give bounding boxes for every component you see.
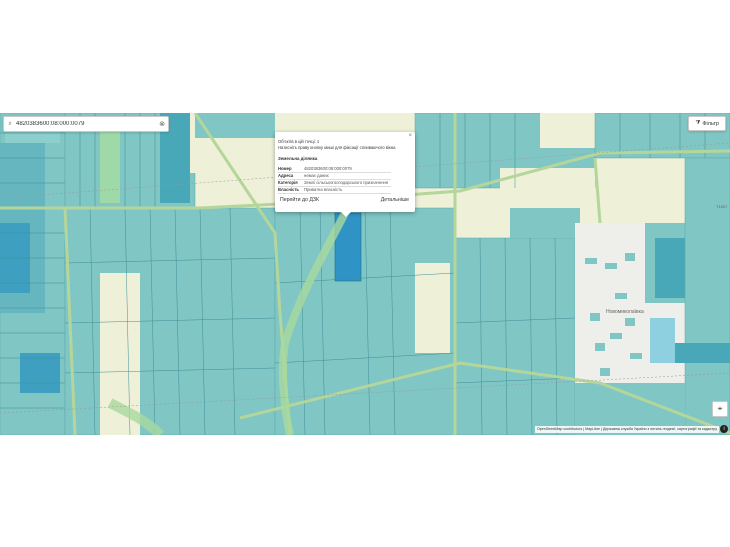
search-box[interactable]: ⌕ 4820383600:08:000:0079 ⊗	[3, 116, 169, 132]
map-view[interactable]: ⌕ 4820383600:08:000:0079 ⊗ ⧩ Фільтр × Об…	[0, 113, 730, 435]
info-icon[interactable]: i	[720, 425, 728, 433]
popup-objects-count: Об'єктів в цій точці: 1	[278, 139, 320, 144]
street-label: Новомиколаївка	[606, 309, 644, 315]
map-attribution: OpenStreetMap contributors | MapLibre | …	[535, 426, 719, 433]
filter-button[interactable]: ⧩ Фільтр	[688, 116, 726, 131]
road-code-label: Т1507	[716, 204, 728, 209]
filter-icon: ⧩	[695, 120, 701, 126]
popup-row-key: Номер	[278, 166, 292, 171]
close-icon[interactable]: ×	[408, 133, 412, 139]
popup-row-ownership: Власність Приватна власність	[278, 186, 391, 194]
search-input[interactable]: 4820383600:08:000:0079	[16, 121, 156, 127]
popup-row-key: Категорія	[278, 180, 298, 185]
popup-row-value: Землі сільськогосподарського призначення	[304, 180, 389, 185]
popup-row-key: Адреса	[278, 173, 294, 178]
filter-label: Фільтр	[702, 120, 719, 127]
crosshair-icon[interactable]: ⌖	[712, 401, 728, 417]
popup-row-value: 4820383600:08:000:0079	[304, 166, 352, 171]
go-to-dzk-button[interactable]: Перейти до ДЗК	[280, 197, 319, 203]
close-circle-icon[interactable]: ⊗	[156, 120, 168, 128]
search-icon: ⌕	[8, 120, 12, 127]
popup-hint: Натисніть праву кнопку миші для фіксації…	[278, 145, 396, 150]
popup-section-title: Земельна ділянка	[278, 156, 318, 161]
details-button[interactable]: Детальніше	[381, 197, 409, 203]
popup-row-value: Приватна власність	[304, 187, 343, 192]
popup-row-value: немає даних	[304, 173, 329, 178]
parcel-popup: × Об'єктів в цій точці: 1 Натисніть прав…	[275, 132, 415, 217]
popup-row-key: Власність	[278, 187, 299, 192]
